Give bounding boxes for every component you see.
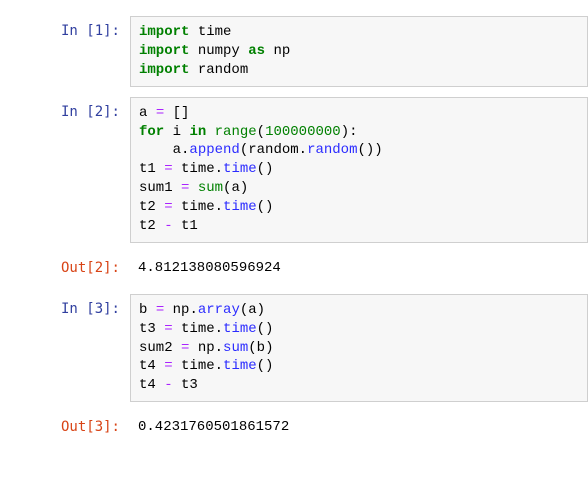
input-prompt: In [3]: (20, 294, 130, 319)
code-content: b = np.array(a) t3 = time.time() sum2 = … (139, 301, 579, 395)
code-input[interactable]: b = np.array(a) t3 = time.time() sum2 = … (130, 294, 588, 402)
notebook-container: In [1]: import time import numpy as np im… (20, 16, 588, 443)
output-text: 0.4231760501861572 (130, 412, 588, 443)
code-input[interactable]: a = [] for i in range(100000000): a.appe… (130, 97, 588, 243)
input-cell[interactable]: In [3]: b = np.array(a) t3 = time.time() … (20, 294, 588, 402)
output-prompt: Out[2]: (20, 253, 130, 278)
code-content: a = [] for i in range(100000000): a.appe… (139, 104, 579, 236)
input-prompt: In [2]: (20, 97, 130, 122)
input-cell[interactable]: In [2]: a = [] for i in range(100000000):… (20, 97, 588, 243)
code-input[interactable]: import time import numpy as np import ra… (130, 16, 588, 87)
output-value: 4.812138080596924 (138, 259, 580, 278)
input-prompt: In [1]: (20, 16, 130, 41)
output-cell: Out[3]: 0.4231760501861572 (20, 412, 588, 443)
input-cell[interactable]: In [1]: import time import numpy as np im… (20, 16, 588, 87)
output-cell: Out[2]: 4.812138080596924 (20, 253, 588, 284)
code-content: import time import numpy as np import ra… (139, 23, 579, 80)
output-text: 4.812138080596924 (130, 253, 588, 284)
output-prompt: Out[3]: (20, 412, 130, 437)
output-value: 0.4231760501861572 (138, 418, 580, 437)
